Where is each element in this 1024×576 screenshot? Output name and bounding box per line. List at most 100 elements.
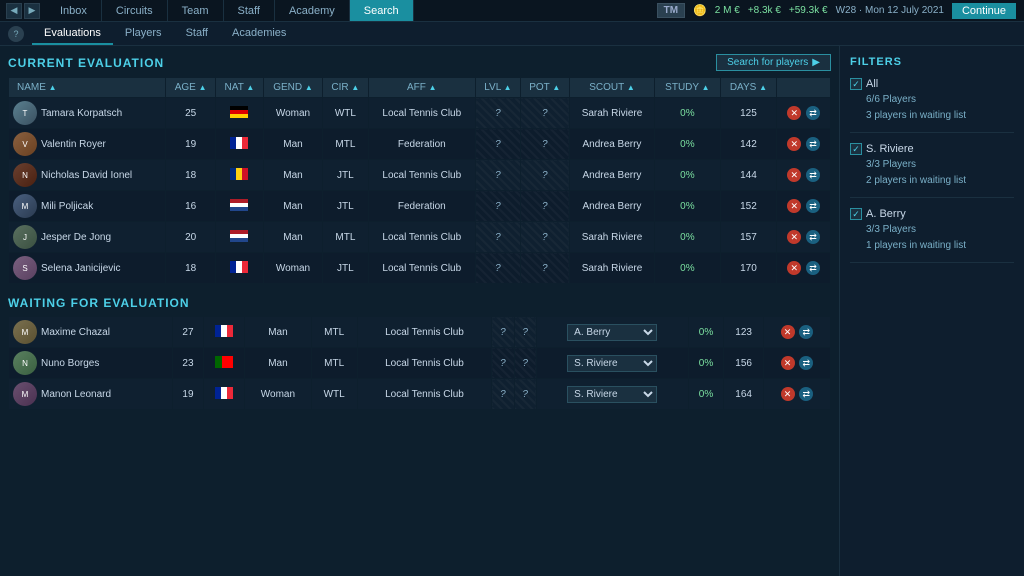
player-days: 164 <box>724 379 763 410</box>
player-affiliation: Local Tennis Club <box>357 379 491 410</box>
swap-button[interactable]: ⇄ <box>799 356 813 370</box>
filter-checkbox-s_riviere[interactable] <box>850 143 862 155</box>
table-row[interactable]: N Nuno Borges 23 Man MTL Local Tennis Cl… <box>9 348 831 379</box>
player-days: 157 <box>720 222 777 253</box>
scout-dropdown[interactable]: S. Riviere <box>567 355 657 372</box>
chevron-right-icon: ▶ <box>812 57 820 68</box>
swap-button[interactable]: ⇄ <box>806 261 820 275</box>
current-eval-table: NAME ▲ AGE ▲ NAT ▲ GEND ▲ CIR ▲ AFF ▲ LV… <box>8 77 831 284</box>
swap-button[interactable]: ⇄ <box>806 168 820 182</box>
col-scout[interactable]: SCOUT ▲ <box>569 78 654 98</box>
player-gender: Woman <box>245 379 311 410</box>
player-scout-select[interactable]: S. Riviere <box>536 379 688 410</box>
table-row[interactable]: S Selena Janicijevic 18 Woman JTL Local … <box>9 253 831 284</box>
player-actions: ✕ ⇄ <box>763 348 830 379</box>
col-potential[interactable]: POT ▲ <box>520 78 569 98</box>
tab-team[interactable]: Team <box>168 0 224 21</box>
delta2-display: +59.3k € <box>789 5 828 16</box>
table-row[interactable]: N Nicholas David Ionel 18 Man JTL Local … <box>9 160 831 191</box>
scout-dropdown[interactable]: A. Berry <box>567 324 657 341</box>
remove-button[interactable]: ✕ <box>781 387 795 401</box>
player-scout-select[interactable]: A. Berry <box>536 317 688 348</box>
filter-sub2-all: 3 players in waiting list <box>866 108 1014 124</box>
subtab-players[interactable]: Players <box>113 22 174 45</box>
player-actions: ✕ ⇄ <box>777 222 831 253</box>
swap-button[interactable]: ⇄ <box>806 199 820 213</box>
col-study[interactable]: STUDY ▲ <box>655 78 720 98</box>
col-circuit[interactable]: CIR ▲ <box>323 78 368 98</box>
player-name: Mili Poljicak <box>41 201 93 212</box>
back-arrow[interactable]: ◀ <box>6 3 22 19</box>
waiting-eval-table: M Maxime Chazal 27 Man MTL Local Tennis … <box>8 316 831 410</box>
player-potential: ? <box>520 222 569 253</box>
subtab-academies[interactable]: Academies <box>220 22 298 45</box>
col-level[interactable]: LVL ▲ <box>476 78 521 98</box>
tab-academy[interactable]: Academy <box>275 0 350 21</box>
filter-checkbox-all[interactable] <box>850 78 862 90</box>
subtab-staff[interactable]: Staff <box>174 22 220 45</box>
col-age[interactable]: AGE ▲ <box>166 78 216 98</box>
player-affiliation: Local Tennis Club <box>368 222 476 253</box>
filter-checkbox-a_berry[interactable] <box>850 208 862 220</box>
table-row[interactable]: V Valentin Royer 19 Man MTL Federation ?… <box>9 129 831 160</box>
player-level: ? <box>476 253 521 284</box>
col-days[interactable]: DAYS ▲ <box>720 78 777 98</box>
top-navigation: ◀ ▶ Inbox Circuits Team Staff Academy Se… <box>0 0 1024 22</box>
tab-circuits[interactable]: Circuits <box>102 0 168 21</box>
player-actions: ✕ ⇄ <box>777 98 831 129</box>
swap-button[interactable]: ⇄ <box>799 325 813 339</box>
player-age: 18 <box>166 253 216 284</box>
player-actions: ✕ ⇄ <box>777 129 831 160</box>
remove-button[interactable]: ✕ <box>787 261 801 275</box>
nav-arrows: ◀ ▶ <box>0 3 46 19</box>
remove-button[interactable]: ✕ <box>781 325 795 339</box>
player-age: 18 <box>166 160 216 191</box>
search-players-label: Search for players <box>727 57 808 68</box>
table-row[interactable]: M Manon Leonard 19 Woman WTL Local Tenni… <box>9 379 831 410</box>
scout-dropdown[interactable]: S. Riviere <box>567 386 657 403</box>
col-affiliation[interactable]: AFF ▲ <box>368 78 476 98</box>
forward-arrow[interactable]: ▶ <box>24 3 40 19</box>
player-circuit: JTL <box>323 191 368 222</box>
player-gender: Man <box>263 222 323 253</box>
table-row[interactable]: M Mili Poljicak 16 Man JTL Federation ? … <box>9 191 831 222</box>
subtab-evaluations[interactable]: Evaluations <box>32 22 113 45</box>
player-affiliation: Local Tennis Club <box>368 160 476 191</box>
remove-button[interactable]: ✕ <box>787 168 801 182</box>
player-scout: Andrea Berry <box>569 160 654 191</box>
swap-button[interactable]: ⇄ <box>799 387 813 401</box>
swap-button[interactable]: ⇄ <box>806 106 820 120</box>
remove-button[interactable]: ✕ <box>787 199 801 213</box>
continue-button[interactable]: Continue <box>952 3 1016 19</box>
player-level: ? <box>492 348 514 379</box>
filter-sub1-s_riviere: 3/3 Players <box>866 157 1014 173</box>
col-nat[interactable]: NAT ▲ <box>216 78 264 98</box>
table-row[interactable]: T Tamara Korpatsch 25 Woman WTL Local Te… <box>9 98 831 129</box>
player-age: 20 <box>166 222 216 253</box>
remove-button[interactable]: ✕ <box>787 230 801 244</box>
table-row[interactable]: M Maxime Chazal 27 Man MTL Local Tennis … <box>9 317 831 348</box>
player-study: 0% <box>688 348 724 379</box>
player-scout-select[interactable]: S. Riviere <box>536 348 688 379</box>
remove-button[interactable]: ✕ <box>781 356 795 370</box>
tab-staff[interactable]: Staff <box>224 0 275 21</box>
swap-button[interactable]: ⇄ <box>806 230 820 244</box>
tab-search[interactable]: Search <box>350 0 414 21</box>
col-gender[interactable]: GEND ▲ <box>263 78 323 98</box>
date-display: W28 · Mon 12 July 2021 <box>836 5 944 16</box>
tab-inbox[interactable]: Inbox <box>46 0 102 21</box>
col-name[interactable]: NAME ▲ <box>9 78 166 98</box>
help-icon[interactable]: ? <box>8 26 24 42</box>
player-circuit: JTL <box>323 253 368 284</box>
player-age: 27 <box>173 317 204 348</box>
filter-label-all: All <box>866 78 878 90</box>
filter-sub2-a_berry: 1 players in waiting list <box>866 238 1014 254</box>
player-potential: ? <box>520 160 569 191</box>
search-players-button[interactable]: Search for players ▶ <box>716 54 831 71</box>
remove-button[interactable]: ✕ <box>787 106 801 120</box>
player-affiliation: Local Tennis Club <box>368 253 476 284</box>
player-name: Jesper De Jong <box>41 232 111 243</box>
remove-button[interactable]: ✕ <box>787 137 801 151</box>
swap-button[interactable]: ⇄ <box>806 137 820 151</box>
table-row[interactable]: J Jesper De Jong 20 Man MTL Local Tennis… <box>9 222 831 253</box>
